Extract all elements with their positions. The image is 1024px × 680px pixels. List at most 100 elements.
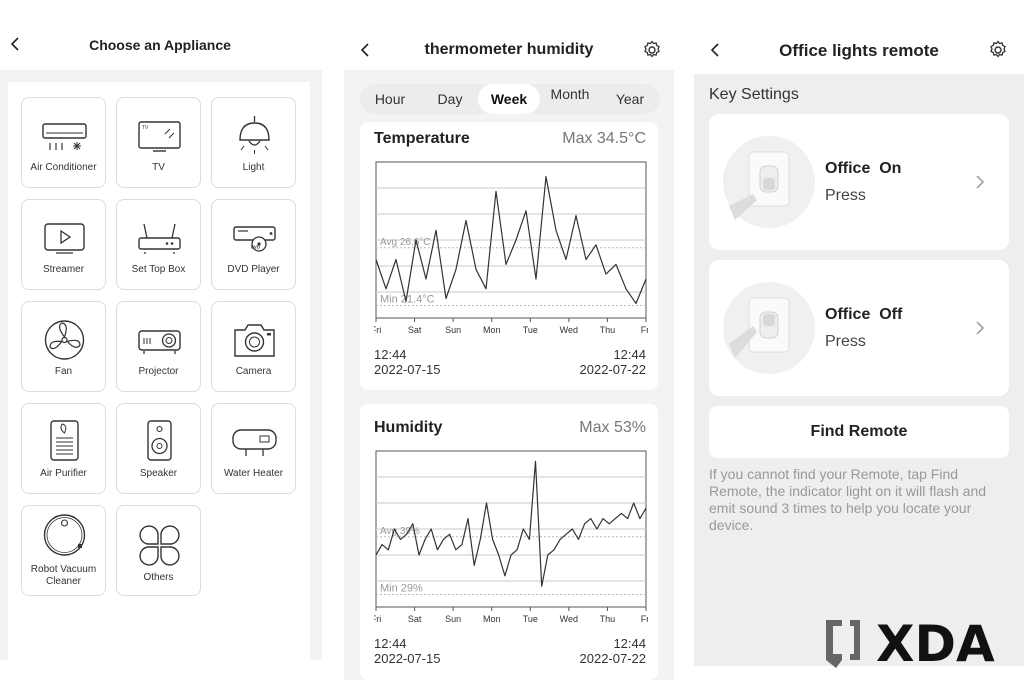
x-tick-label: Sun [445, 325, 461, 335]
back-button[interactable] [4, 32, 28, 56]
gear-icon[interactable] [641, 39, 663, 61]
appliance-label: Fan [54, 366, 73, 377]
appliance-tile-air-conditioner[interactable]: Air Conditioner [21, 97, 106, 188]
appliance-tile-tv[interactable]: TV TV [116, 97, 201, 188]
x-tick-label: Wed [560, 325, 578, 335]
chart-title: Temperature [374, 130, 470, 147]
x-tick-label: Tue [523, 614, 538, 624]
appliance-tile-robot-vacuum[interactable]: Robot Vacuum Cleaner [21, 505, 106, 596]
start-time: 12:44 [374, 347, 407, 362]
light-switch-icon [729, 151, 790, 220]
appliance-tile-others[interactable]: Others [116, 505, 201, 596]
appliance-tile-light[interactable]: Light [211, 97, 296, 188]
appliance-tile-set-top-box[interactable]: Set Top Box [116, 199, 201, 290]
appliance-label: Others [143, 572, 174, 583]
appliance-label: Speaker [139, 468, 178, 479]
time-range-tabs: Hour Day Week Month Year [360, 84, 660, 114]
switch-illustration [723, 136, 815, 228]
gear-icon[interactable] [987, 39, 1009, 61]
x-tick-label: Thu [600, 325, 616, 335]
chevron-left-icon [360, 43, 369, 57]
chevron-left-icon [710, 43, 719, 57]
speaker-icon [147, 420, 172, 461]
appliance-tile-fan[interactable]: Fan [21, 301, 106, 392]
x-tick-label: Mon [483, 325, 501, 335]
appliance-label: Set Top Box [131, 264, 186, 275]
x-tick-label: Tue [523, 325, 538, 335]
appliance-label: Air Purifier [40, 468, 87, 479]
x-tick-label: Sat [408, 325, 422, 335]
dvd-icon-text: DVD [251, 245, 260, 250]
key-card-office-off[interactable]: Office Off Press [709, 260, 1009, 396]
appliance-label: Robot Vacuum Cleaner [30, 564, 97, 587]
chevron-right-icon [976, 321, 985, 335]
chevron-right-icon [976, 175, 985, 189]
end-date: 2022-07-22 [579, 362, 647, 377]
appliance-grid: Air Conditioner TV TV Light Streamer Set… [8, 82, 310, 660]
back-button[interactable] [354, 38, 378, 62]
page-title: Office lights remote [779, 41, 939, 60]
page-title: Choose an Appliance [89, 37, 231, 53]
temperature-chart: Avg 26.6°CMin 21.4°CFriSatSunMonTueWedTh… [374, 161, 648, 335]
min-label: Min 29% [380, 583, 423, 595]
appliance-list-area: Air Conditioner TV TV Light Streamer Set… [0, 70, 322, 660]
chart-max: Max 34.5°C [562, 130, 646, 147]
humidity-chart: Avg 39%Min 29%FriSatSunMonTueWedThuFri [374, 450, 648, 624]
tv-icon: TV [138, 121, 181, 152]
xda-logo: XDA [826, 616, 995, 672]
appliance-tile-projector[interactable]: Projector [116, 301, 201, 392]
appliance-tile-camera[interactable]: Camera [211, 301, 296, 392]
screenshot-composite: Choose an Appliance Air Conditioner TV T… [0, 0, 1024, 680]
end-time: 12:44 [613, 347, 646, 362]
chart-max: Max 53% [579, 419, 646, 436]
x-tick-label: Thu [600, 614, 616, 624]
tab-year[interactable]: Year [600, 84, 660, 114]
key-card-office-on[interactable]: Office On Press [709, 114, 1009, 250]
x-tick-label: Fri [641, 614, 648, 624]
appliance-tile-dvd-player[interactable]: DVD DVD Player [211, 199, 296, 290]
x-tick-label: Fri [374, 614, 381, 624]
appliance-tile-air-purifier[interactable]: Air Purifier [21, 403, 106, 494]
help-text: If you cannot find your Remote, tap Find… [709, 466, 987, 533]
start-date: 2022-07-15 [374, 651, 441, 666]
start-date: 2022-07-15 [374, 362, 441, 377]
fan-icon [44, 320, 85, 360]
appliance-label: Air Conditioner [30, 162, 97, 173]
projector-icon [138, 330, 181, 354]
x-tick-label: Wed [560, 614, 578, 624]
air-purifier-icon [50, 420, 79, 461]
remote-screen: Office lights remote Key Settings Office… [694, 0, 1024, 680]
tab-month[interactable]: Month [540, 84, 600, 114]
appliance-label: Water Heater [223, 468, 284, 479]
streamer-icon [44, 223, 85, 254]
robot-vacuum-icon [43, 514, 86, 556]
water-heater-icon [232, 429, 277, 456]
set-top-box-icon [138, 223, 181, 254]
appliance-tile-water-heater[interactable]: Water Heater [211, 403, 296, 494]
xda-logo-text: XDA [876, 616, 995, 672]
dvd-player-icon: DVD [233, 226, 276, 252]
appliance-tile-streamer[interactable]: Streamer [21, 199, 106, 290]
back-button[interactable] [704, 38, 728, 62]
x-tick-label: Fri [641, 325, 648, 335]
appliance-label: Projector [138, 366, 179, 377]
tab-day[interactable]: Day [420, 84, 480, 114]
x-tick-label: Fri [374, 325, 381, 335]
light-switch-icon [729, 297, 790, 358]
tab-hour[interactable]: Hour [360, 84, 420, 114]
tv-icon-text: TV [142, 125, 149, 131]
x-tick-label: Sun [445, 614, 461, 624]
switch-illustration [723, 282, 815, 374]
appliance-tile-speaker[interactable]: Speaker [116, 403, 201, 494]
find-remote-button[interactable]: Find Remote [709, 406, 1009, 458]
appliance-label: Streamer [42, 264, 85, 275]
key-action: Press [825, 333, 866, 350]
air-conditioner-icon [42, 123, 87, 150]
key-name: Office Off [825, 306, 903, 323]
chart-title: Humidity [374, 419, 443, 436]
x-tick-label: Mon [483, 614, 501, 624]
end-time: 12:44 [613, 636, 646, 651]
key-action: Press [825, 187, 866, 204]
avg-label: Avg 26.6°C [380, 237, 431, 248]
tab-week[interactable]: Week [478, 84, 540, 114]
